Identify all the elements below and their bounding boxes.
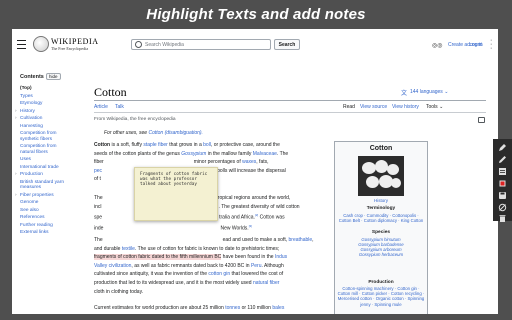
infobox-production-heading: Production	[368, 280, 394, 285]
language-icon[interactable]: 文	[401, 88, 407, 97]
tab-article[interactable]: Article	[94, 104, 108, 110]
appearance-icon[interactable]: ◎◎	[432, 42, 442, 49]
toc-item-genome[interactable]: Genome	[20, 199, 70, 207]
wikipedia-tagline: The Free Encyclopedia	[51, 46, 89, 51]
save-icon[interactable]	[497, 190, 508, 201]
toc-item-fiber-properties[interactable]: Fiber properties	[15, 192, 70, 200]
hatnote: For other uses, see Cotton (disambiguati…	[104, 130, 203, 136]
wikipedia-globe-logo[interactable]	[33, 36, 49, 52]
toc-item-types[interactable]: Types	[20, 93, 70, 101]
site-subtitle: From Wikipedia, the free encyclopedia	[94, 117, 176, 122]
link-bales[interactable]: bales	[272, 305, 284, 311]
note-icon[interactable]	[497, 166, 508, 177]
tools-menu[interactable]: Tools ⌄	[426, 104, 443, 110]
tab-talk[interactable]: Talk	[115, 104, 124, 110]
infobox-production-links[interactable]: Cotton-spinning machinery · Cotton gin ·…	[337, 286, 425, 307]
link-textile[interactable]: textile	[122, 246, 135, 252]
link-indus[interactable]: Indus	[275, 254, 287, 260]
toc-list: (Top) Types Etymology History Cultivatio…	[15, 85, 70, 237]
tabs-divider	[94, 112, 486, 113]
lock-icon	[478, 117, 485, 123]
toc-item-cultivation[interactable]: Cultivation	[15, 115, 70, 123]
toc-item-uses[interactable]: Uses	[20, 156, 70, 164]
annotation-toolbar	[493, 139, 512, 224]
link-indus-valley[interactable]: Valley civilization	[94, 263, 131, 269]
infobox-history-link[interactable]: History	[335, 198, 427, 203]
toc-item-further-reading[interactable]: Further reading	[20, 222, 70, 230]
production-paragraph: Current estimates for world production a…	[94, 305, 285, 311]
link-peru[interactable]: Peru	[251, 263, 262, 269]
link-tonnes[interactable]: tonnes	[225, 305, 240, 311]
hide-toc-button[interactable]: hide	[46, 73, 61, 80]
main-menu-icon[interactable]	[17, 40, 26, 49]
page-title: Cotton	[94, 85, 127, 99]
link-malvaceae[interactable]: Malvaceae	[253, 151, 277, 157]
link-staple-fiber[interactable]: staple fiber	[143, 142, 167, 148]
pencil-icon[interactable]	[497, 154, 508, 165]
trash-icon[interactable]	[497, 213, 508, 224]
infobox-title: Cotton	[369, 145, 393, 152]
link-cotton-gin[interactable]: cotton gin	[208, 271, 230, 277]
toc-item-top[interactable]: (Top)	[20, 85, 70, 93]
table-of-contents: Contents hide (Top) Types Etymology Hist…	[12, 65, 68, 314]
infobox-species-heading: Species	[371, 230, 391, 235]
title-divider	[94, 100, 486, 101]
toc-item-international-trade[interactable]: International trade	[20, 164, 70, 172]
link-gossypium[interactable]: Gossypium	[181, 151, 206, 157]
toc-item-production[interactable]: Production	[15, 171, 70, 179]
sticky-note[interactable]: Fragments of cotton fabric was what the …	[134, 167, 218, 221]
toc-item-history[interactable]: History	[15, 108, 70, 116]
languages-button[interactable]: 144 languages ⌄	[410, 89, 448, 95]
link-boll[interactable]: boll	[203, 142, 211, 148]
tab-read[interactable]: Read	[343, 104, 355, 110]
browser-viewport: WIKIPEDIA The Free Encyclopedia Search W…	[12, 29, 498, 314]
toc-item-see-also[interactable]: See also	[20, 207, 70, 215]
highlighter-icon[interactable]	[497, 178, 508, 189]
toc-item-etymology[interactable]: Etymology	[20, 100, 70, 108]
more-options-icon[interactable]: · · ·	[490, 37, 494, 52]
highlighted-text[interactable]: fragments of cotton fabric dated to the …	[94, 254, 222, 261]
login-link[interactable]: Log in	[469, 42, 483, 48]
tab-view-history[interactable]: View history	[392, 104, 419, 110]
toc-item-external-links[interactable]: External links	[20, 229, 70, 237]
search-icon	[135, 41, 142, 48]
toc-item-natural-fibers[interactable]: Competition from natural fibers	[20, 143, 70, 156]
toc-item-references[interactable]: References	[20, 214, 70, 222]
search-input[interactable]: Search Wikipedia	[131, 39, 271, 50]
link-waxes[interactable]: waxes	[242, 159, 256, 165]
tab-view-source[interactable]: View source	[360, 104, 387, 110]
wikipedia-header: WIKIPEDIA The Free Encyclopedia Search W…	[12, 29, 498, 59]
disambiguation-link[interactable]: Cotton (disambiguation).	[148, 130, 202, 136]
link-breathable[interactable]: breathable	[289, 237, 313, 243]
history-paragraph: The ead and used to make a soft, breathab…	[94, 237, 314, 295]
contents-heading: Contents	[20, 74, 44, 80]
link-natural-fiber[interactable]: natural fiber	[253, 280, 279, 286]
toc-item-yarn-measures[interactable]: British standard yarn measures	[20, 179, 70, 192]
cotton-boll-image[interactable]	[358, 156, 404, 196]
infobox-terminology-heading: Terminology	[366, 206, 396, 211]
toc-item-harvesting[interactable]: Harvesting	[20, 123, 70, 131]
search-button[interactable]: Search	[274, 39, 300, 50]
wikipedia-wordmark[interactable]: WIKIPEDIA	[51, 37, 99, 46]
promo-banner-title: Highlight Texts and add notes	[146, 5, 366, 23]
hide-icon[interactable]	[497, 202, 508, 213]
infobox-species-4[interactable]: Gossypium herbaceum	[337, 252, 425, 257]
pen-icon[interactable]	[497, 142, 508, 153]
toc-item-synthetic-fibers[interactable]: Competition from synthetic fibers	[20, 130, 70, 143]
infobox: Cotton History Terminology Cash crop · C…	[334, 141, 428, 314]
link-pectin[interactable]: pec	[94, 168, 102, 174]
infobox-terminology-links[interactable]: Cash crop · Commodity · Cottonopolis · C…	[337, 213, 425, 223]
